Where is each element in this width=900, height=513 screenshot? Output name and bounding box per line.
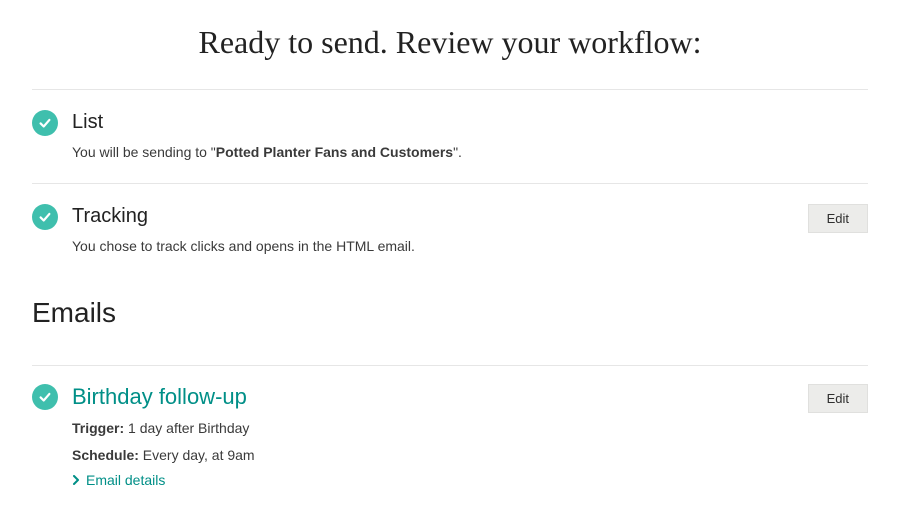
check-icon — [32, 204, 58, 230]
section-tracking: Tracking You chose to track clicks and o… — [32, 204, 868, 277]
section-list-title: List — [72, 110, 868, 134]
email-item: Birthday follow-up Trigger: 1 day after … — [32, 365, 868, 488]
email-title[interactable]: Birthday follow-up — [72, 384, 792, 410]
section-tracking-desc: You chose to track clicks and opens in t… — [72, 236, 792, 257]
section-list-content: List You will be sending to "Potted Plan… — [72, 110, 868, 163]
chevron-right-icon — [72, 475, 80, 485]
check-icon — [32, 110, 58, 136]
email-details-link[interactable]: Email details — [72, 472, 792, 488]
email-item-content: Birthday follow-up Trigger: 1 day after … — [72, 384, 792, 488]
email-trigger-label: Trigger: — [72, 420, 124, 436]
check-icon — [32, 384, 58, 410]
list-desc-prefix: You will be sending to " — [72, 144, 216, 160]
section-tracking-content: Tracking You chose to track clicks and o… — [72, 204, 792, 257]
email-details-label: Email details — [86, 472, 165, 488]
edit-tracking-button[interactable]: Edit — [808, 204, 868, 233]
email-schedule-label: Schedule: — [72, 447, 139, 463]
email-schedule-value: Every day, at 9am — [139, 447, 255, 463]
edit-email-button[interactable]: Edit — [808, 384, 868, 413]
section-list: List You will be sending to "Potted Plan… — [32, 110, 868, 184]
list-desc-suffix: ". — [453, 144, 462, 160]
list-desc-name: Potted Planter Fans and Customers — [216, 144, 453, 160]
page-title: Ready to send. Review your workflow: — [32, 24, 868, 61]
email-schedule: Schedule: Every day, at 9am — [72, 445, 792, 466]
section-list-desc: You will be sending to "Potted Planter F… — [72, 142, 868, 163]
email-trigger: Trigger: 1 day after Birthday — [72, 418, 792, 439]
emails-heading: Emails — [32, 297, 868, 329]
email-trigger-value: 1 day after Birthday — [124, 420, 249, 436]
divider — [32, 89, 868, 90]
section-tracking-title: Tracking — [72, 204, 792, 228]
